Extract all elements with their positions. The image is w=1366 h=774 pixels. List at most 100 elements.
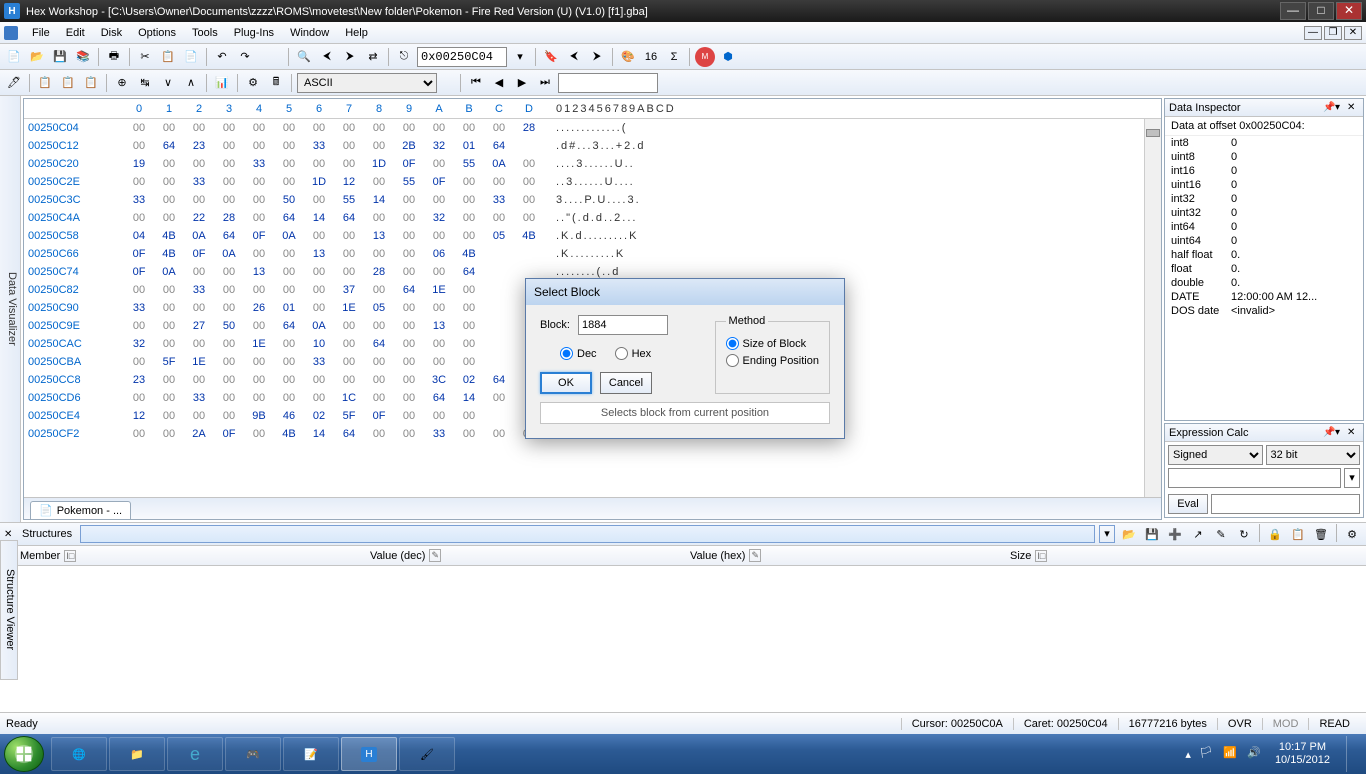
struct-delete-button[interactable]: 🗑 [1311,524,1331,544]
taskbar-app-explorer[interactable]: 📁 [109,737,165,771]
hex-byte[interactable]: 0A [304,317,334,335]
hex-ascii[interactable]: .."(.d.d..2... [544,209,637,227]
hex-byte[interactable] [484,335,514,353]
hex-byte[interactable]: 00 [274,137,304,155]
hex-byte[interactable]: 00 [214,407,244,425]
nav-last-button[interactable]: ⏭ [535,73,555,93]
hex-byte[interactable]: 9B [244,407,274,425]
hex-byte[interactable]: 13 [244,263,274,281]
hex-byte[interactable]: 00 [304,389,334,407]
copy-button[interactable]: 📋 [158,47,178,67]
hex-byte[interactable]: 4B [514,227,544,245]
bookmark-next-button[interactable]: ⮞ [587,47,607,67]
hex-byte[interactable] [514,245,544,263]
hex-byte[interactable]: 00 [184,191,214,209]
hex-byte[interactable]: 00 [244,209,274,227]
hex-byte[interactable]: 00 [334,137,364,155]
hex-byte[interactable]: 00 [124,119,154,137]
hex-ascii[interactable]: .d#...3...+2.d [544,137,645,155]
hex-row[interactable]: 00250C58044B0A640F0A000013000000054B.K.d… [24,227,1161,245]
hex-byte[interactable]: 33 [484,191,514,209]
hex-byte[interactable]: 00 [124,173,154,191]
hex-byte[interactable]: 64 [214,227,244,245]
hex-byte[interactable]: 55 [454,155,484,173]
struct-edit-button[interactable]: ✎ [1211,524,1231,544]
hex-byte[interactable]: 00 [514,173,544,191]
hex-byte[interactable]: 00 [154,173,184,191]
hex-byte[interactable]: 05 [484,227,514,245]
find-prev-button[interactable]: ⮜ [317,47,337,67]
data-inspector-row[interactable]: uint640 [1165,234,1363,248]
network-icon[interactable]: 📶 [1223,746,1239,762]
hex-byte[interactable]: 00 [334,371,364,389]
hex-byte[interactable]: 00 [244,173,274,191]
hex-row[interactable]: 00250C040000000000000000000000000028....… [24,119,1161,137]
hex-byte[interactable]: 00 [394,389,424,407]
hex-scrollbar[interactable] [1144,119,1161,497]
goto-button[interactable]: ⎋ [394,47,414,67]
hex-byte[interactable]: 32 [424,137,454,155]
hex-row[interactable]: 00250C660F4B0F0A000013000000064B .K.....… [24,245,1161,263]
hex-byte[interactable]: 00 [154,407,184,425]
hex-byte[interactable]: 00 [424,155,454,173]
struct-lock-button[interactable]: 🔒 [1265,524,1285,544]
hex-byte[interactable]: 00 [154,299,184,317]
block-input[interactable] [578,315,668,335]
hex-byte[interactable]: 00 [244,137,274,155]
hex-byte[interactable]: 00 [154,317,184,335]
cancel-button[interactable]: Cancel [600,372,652,394]
hex-byte[interactable]: 64 [454,263,484,281]
hex-byte[interactable]: 06 [424,245,454,263]
hex-byte[interactable]: 00 [514,155,544,173]
hex-byte[interactable]: 00 [364,245,394,263]
hex-byte[interactable]: 00 [454,425,484,443]
hex-byte[interactable]: 1D [364,155,394,173]
taskbar-app-paint[interactable]: 🖌 [399,737,455,771]
hex-byte[interactable]: 19 [124,155,154,173]
hex-byte[interactable]: 00 [154,425,184,443]
hex-byte[interactable]: 32 [124,335,154,353]
hex-byte[interactable]: 64 [424,389,454,407]
data-inspector-row[interactable]: int80 [1165,136,1363,150]
hex-byte[interactable]: 33 [244,155,274,173]
checksum-button[interactable]: Σ [664,47,684,67]
hex-byte[interactable] [484,407,514,425]
op-and-button[interactable]: ∧ [181,73,201,93]
data-inspector-row[interactable]: double0. [1165,276,1363,290]
new-file-button[interactable]: 📄 [4,47,24,67]
hex-byte[interactable]: 64 [274,317,304,335]
radio-dec[interactable]: Dec [560,347,597,360]
system-clock[interactable]: 10:17 PM 10/15/2012 [1271,741,1334,767]
hex-byte[interactable]: 64 [154,137,184,155]
hex-row[interactable]: 00250C3C33000000005000551400000033003...… [24,191,1161,209]
hex-byte[interactable]: 00 [454,407,484,425]
hex-ascii[interactable]: 3....P.U....3. [544,191,641,209]
hex-byte[interactable]: 00 [274,245,304,263]
ok-button[interactable]: OK [540,372,592,394]
hex-byte[interactable]: 00 [274,353,304,371]
hex-ascii[interactable]: .............( [544,119,627,137]
pin-icon[interactable]: 📌 [1323,427,1335,439]
calculator-button[interactable]: 🖩 [266,73,286,93]
hex-byte[interactable]: 33 [304,353,334,371]
hex-byte[interactable]: 64 [394,281,424,299]
mdi-restore-button[interactable]: ❐ [1324,26,1342,40]
hex-byte[interactable]: 00 [244,425,274,443]
hex-byte[interactable]: 00 [184,119,214,137]
data-inspector-row[interactable]: uint320 [1165,206,1363,220]
panel-close-icon[interactable]: ✕ [1347,427,1359,439]
hex-byte[interactable]: 00 [394,119,424,137]
hex-byte[interactable]: 00 [214,335,244,353]
status-ovr[interactable]: OVR [1217,718,1262,730]
hex-byte[interactable]: 00 [154,119,184,137]
hex-byte[interactable]: 00 [334,155,364,173]
hex-byte[interactable]: 00 [244,281,274,299]
hex-byte[interactable]: 00 [364,353,394,371]
maximize-button[interactable]: □ [1308,2,1334,20]
hex-byte[interactable]: 00 [424,299,454,317]
hex-byte[interactable]: 00 [154,335,184,353]
find-button[interactable]: 🔍 [294,47,314,67]
hex-byte[interactable]: 55 [334,191,364,209]
hex-byte[interactable]: 00 [244,353,274,371]
hex-byte[interactable]: 23 [184,137,214,155]
